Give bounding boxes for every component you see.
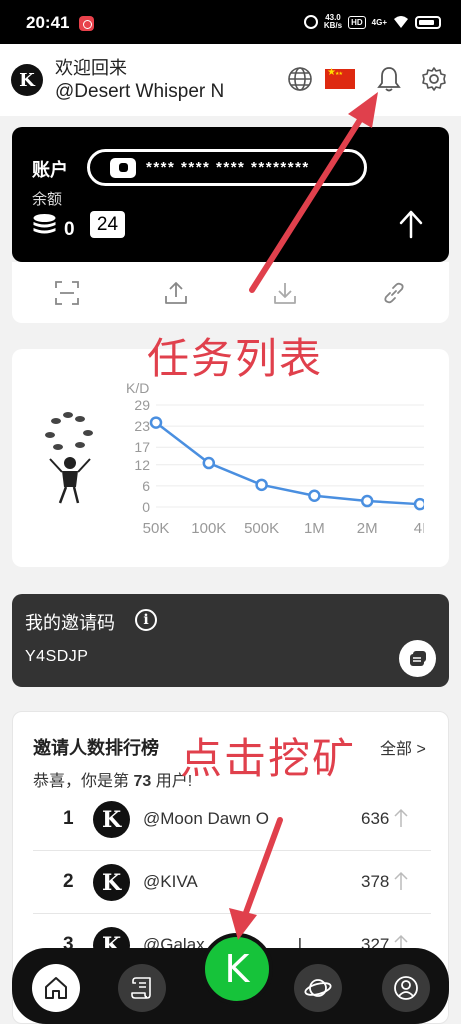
- y-tick-label: 23: [134, 418, 150, 434]
- scroll-icon: [131, 977, 151, 999]
- scan-icon[interactable]: [54, 280, 80, 306]
- y-tick-label: 0: [142, 499, 150, 515]
- rank-number: 1: [63, 808, 74, 829]
- profile-icon: [394, 976, 418, 1000]
- app-notification-icon: [79, 16, 94, 31]
- wifi-icon: [394, 16, 408, 28]
- balance-value: 0: [64, 219, 75, 240]
- line-chart: K/D 29 23 17 12 6 0 50K 100K 500K 1M 2M 4I: [126, 380, 424, 537]
- network-type: 4G+: [371, 17, 387, 27]
- welcome-text: 欢迎回来: [55, 58, 127, 78]
- home-icon: [45, 977, 67, 999]
- leaderboard-title: 邀请人数排行榜: [33, 738, 159, 758]
- copy-icon: [409, 650, 426, 666]
- invite-code: Y4SDJP: [25, 648, 89, 665]
- info-icon[interactable]: i: [135, 609, 157, 631]
- chart-point: [255, 478, 268, 492]
- rank-number: 2: [63, 871, 74, 892]
- link-icon[interactable]: [381, 280, 407, 306]
- nav-profile[interactable]: [382, 964, 430, 1012]
- rank-username: @KIVA: [143, 872, 198, 891]
- planet-icon: [304, 979, 332, 997]
- gear-icon[interactable]: [419, 64, 449, 94]
- wallet-icon: [110, 157, 136, 178]
- annotation-task-list: 任务列表: [147, 334, 324, 383]
- status-time: 20:41: [26, 13, 70, 32]
- wallet-address-field[interactable]: **** **** **** ********: [87, 149, 367, 186]
- app-header: K 欢迎回来 @Desert Whisper N: [0, 44, 461, 116]
- arrow-up-icon: [394, 871, 408, 890]
- x-tick-label: 4I: [414, 520, 424, 537]
- bell-icon[interactable]: [374, 64, 404, 94]
- x-tick-label: 500K: [244, 520, 279, 537]
- x-tick-label: 1M: [304, 520, 325, 537]
- chart-series-line: [155, 421, 421, 506]
- chart-point: [149, 416, 163, 429]
- account-card: 账户 **** **** **** ******** 余额 0 24: [12, 127, 449, 262]
- coins-icon: [33, 214, 56, 234]
- download-icon[interactable]: [272, 280, 298, 306]
- account-title: 账户: [32, 160, 68, 180]
- avatar: K: [93, 864, 130, 901]
- nav-home[interactable]: [32, 964, 80, 1012]
- rank-score: 636: [361, 809, 390, 828]
- rank-username: @Moon Dawn O: [143, 809, 269, 828]
- leaderboard-row[interactable]: 1 K @Moon Dawn O 636: [33, 788, 431, 851]
- nav-explore[interactable]: [294, 964, 342, 1012]
- chart-point: [360, 494, 374, 508]
- chart-point: [308, 489, 321, 502]
- alarm-icon: [303, 15, 318, 29]
- y-tick-label: 29: [134, 397, 150, 413]
- avatar: K: [93, 801, 130, 838]
- y-tick-label: 12: [134, 457, 150, 473]
- leaderboard-row[interactable]: 2 K @KIVA 378: [33, 851, 431, 914]
- see-all-link[interactable]: 全部 >: [380, 735, 426, 759]
- invite-code-card: 我的邀请码 i Y4SDJP: [12, 594, 449, 687]
- invite-title: 我的邀请码: [25, 613, 115, 633]
- arrow-up-icon[interactable]: [397, 209, 425, 239]
- juggling-person-illustration: [45, 412, 93, 504]
- balance-badge: 24: [90, 211, 125, 238]
- y-axis-label: K/D: [126, 380, 149, 396]
- quick-actions: [12, 262, 449, 323]
- x-tick-label: 2M: [357, 520, 378, 537]
- avatar[interactable]: K: [11, 64, 43, 96]
- status-bar: 20:41 43.0 KB/s HD 4G+: [0, 0, 461, 44]
- status-indicators: 43.0 KB/s HD 4G+: [303, 14, 441, 30]
- nav-tasks[interactable]: [118, 964, 166, 1012]
- balance-label: 余额: [32, 191, 63, 208]
- rank-score: 378: [361, 872, 390, 891]
- battery-icon: [415, 15, 441, 29]
- china-flag-icon[interactable]: [325, 67, 355, 89]
- masked-address: **** **** **** ********: [146, 159, 310, 176]
- copy-button[interactable]: [399, 640, 436, 677]
- globe-icon[interactable]: [285, 64, 315, 94]
- speed-unit: KB/s: [323, 21, 343, 30]
- annotation-click-mine: 点击挖矿: [180, 734, 357, 783]
- y-tick-label: 17: [134, 439, 150, 455]
- chart-point: [413, 497, 424, 511]
- network-speed: 43.0 KB/s: [324, 14, 342, 30]
- hd-badge: HD: [348, 15, 366, 29]
- x-tick-label: 50K: [143, 520, 170, 537]
- y-tick-label: 6: [142, 478, 150, 494]
- username: @Desert Whisper N: [55, 81, 225, 102]
- x-tick-label: 100K: [191, 520, 226, 537]
- arrow-up-icon: [394, 808, 408, 827]
- chart-point: [202, 456, 216, 470]
- upload-icon[interactable]: [163, 280, 189, 306]
- mine-button[interactable]: K: [201, 933, 273, 1005]
